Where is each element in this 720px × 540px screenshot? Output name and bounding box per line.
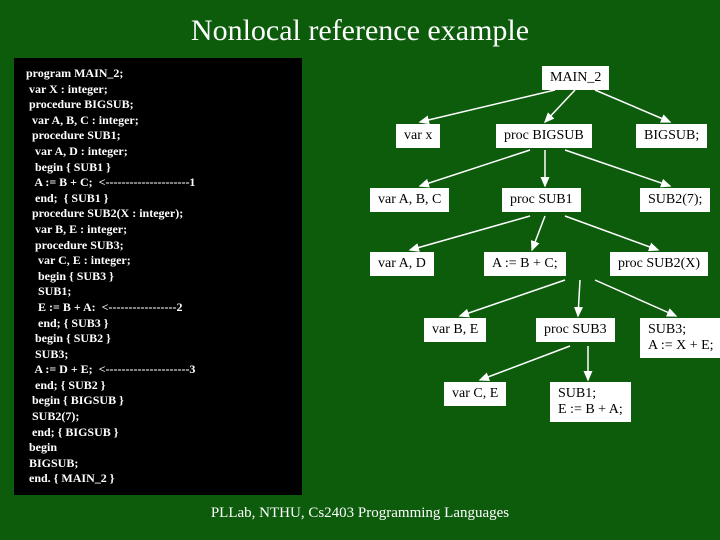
main-content: program MAIN_2; var X : integer; procedu… [0, 58, 720, 495]
node-sub3-stmt: SUB3; A := X + E; [640, 318, 720, 358]
node-sub1-stmt: SUB1; E := B + A; [550, 382, 631, 422]
node-procsub2x: proc SUB2(X) [610, 252, 708, 276]
footer-text: PLLab, NTHU, Cs2403 Programming Language… [0, 505, 720, 522]
node-varad: var A, D [370, 252, 434, 276]
node-varbe: var B, E [424, 318, 486, 342]
node-sub2-7: SUB2(7); [640, 188, 710, 212]
node-main2: MAIN_2 [542, 66, 609, 90]
code-listing: program MAIN_2; var X : integer; procedu… [14, 58, 302, 495]
node-procbigsub: proc BIGSUB [496, 124, 592, 148]
node-procsub1: proc SUB1 [502, 188, 581, 212]
node-procsub3: proc SUB3 [536, 318, 615, 342]
tree-diagram: MAIN_2 var x proc BIGSUB BIGSUB; var A, … [310, 58, 710, 495]
node-varx: var x [396, 124, 440, 148]
node-abc: A := B + C; [484, 252, 566, 276]
node-bigsub-call: BIGSUB; [636, 124, 707, 148]
node-varce: var C, E [444, 382, 506, 406]
page-title: Nonlocal reference example [0, 0, 720, 58]
node-varabc: var A, B, C [370, 188, 449, 212]
